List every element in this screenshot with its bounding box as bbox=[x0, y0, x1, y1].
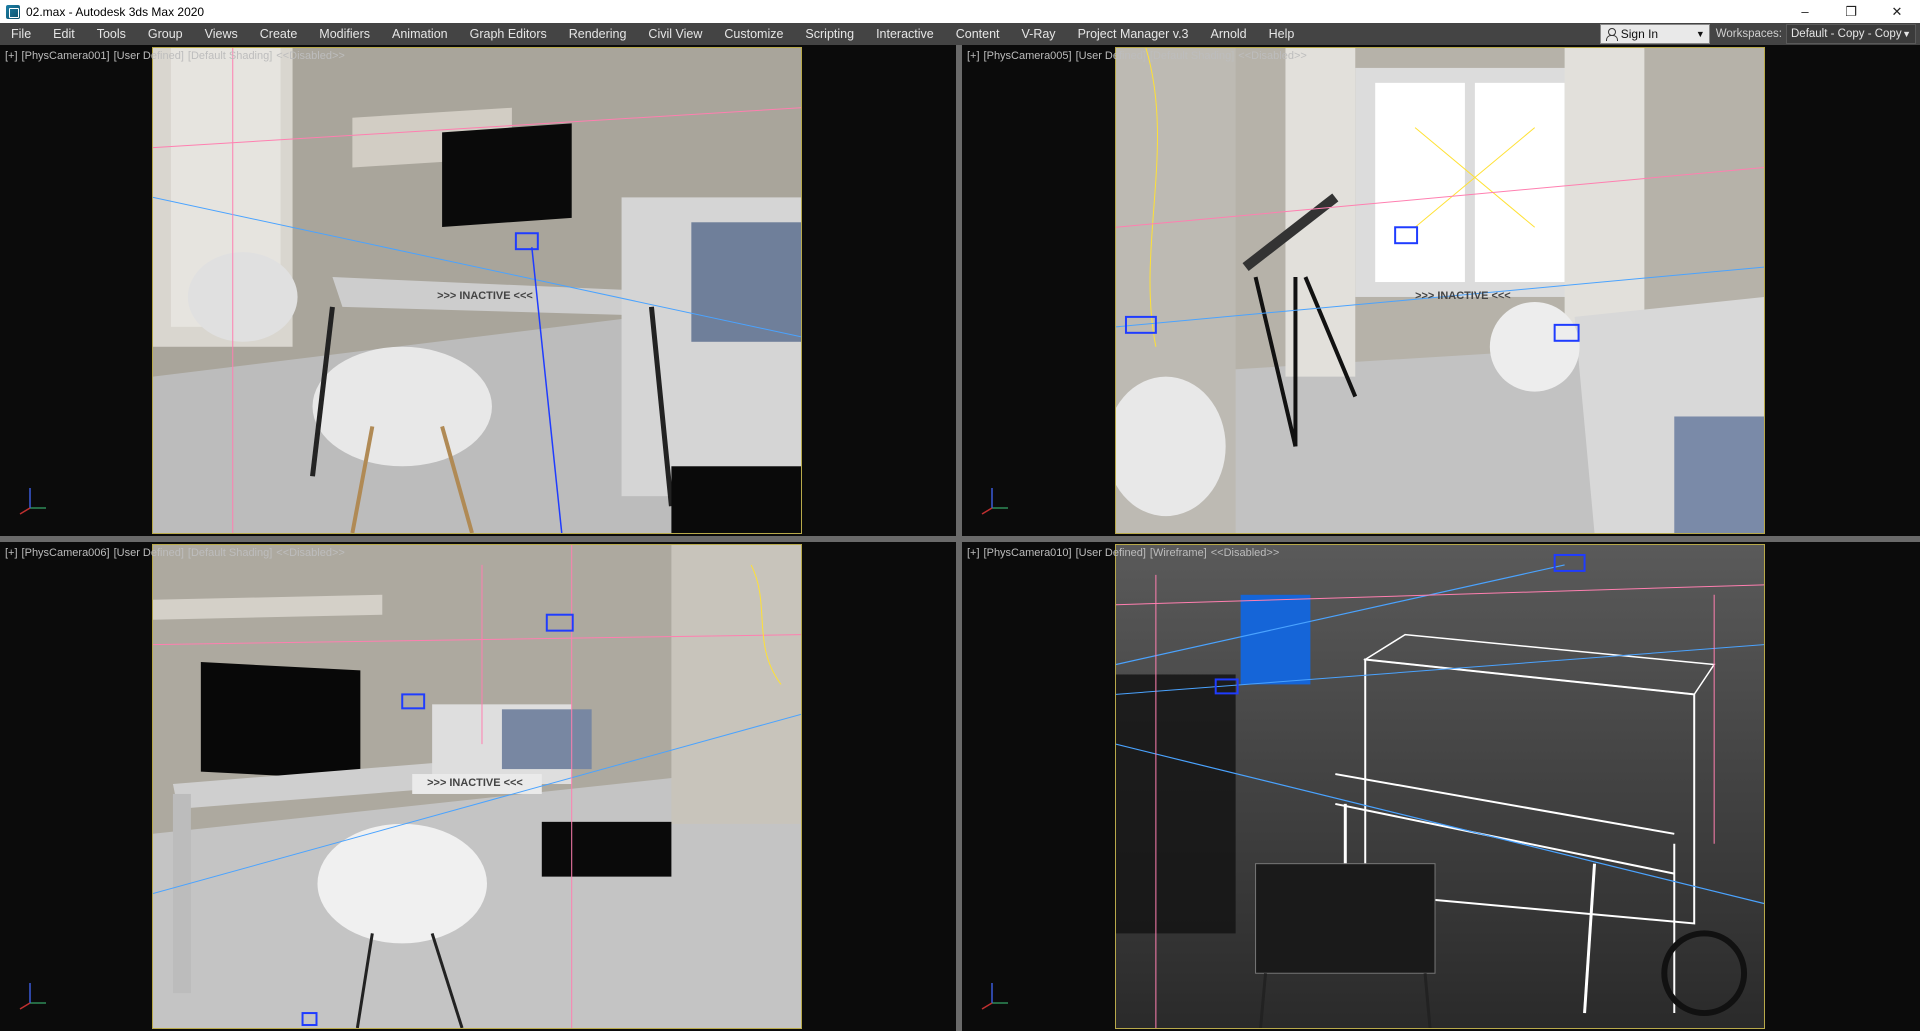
title-bar: 02.max - Autodesk 3ds Max 2020 – ❐ ✕ bbox=[0, 0, 1920, 23]
menu-edit[interactable]: Edit bbox=[42, 23, 86, 45]
scene-render-camera005: >>> INACTIVE <<< bbox=[1116, 48, 1764, 533]
viewport-menu-plus[interactable]: [+] bbox=[967, 547, 980, 559]
minimize-button[interactable]: – bbox=[1782, 0, 1828, 23]
menu-project-manager[interactable]: Project Manager v.3 bbox=[1067, 23, 1200, 45]
scene-wireframe-camera010 bbox=[1116, 545, 1764, 1028]
viewport-shading-label[interactable]: [Default Shading] bbox=[188, 547, 272, 559]
viewport-top-right[interactable]: [+] [PhysCamera005] [User Defined] [Default… bbox=[962, 45, 1920, 536]
menu-content[interactable]: Content bbox=[945, 23, 1011, 45]
inactive-label: >>> INACTIVE <<< bbox=[437, 290, 533, 302]
viewport-camera-label[interactable]: [PhysCamera005] bbox=[984, 50, 1072, 62]
menu-customize[interactable]: Customize bbox=[713, 23, 794, 45]
axis-tripod-icon bbox=[10, 478, 50, 518]
viewport-top-left[interactable]: [+] [PhysCamera001] [User Defined] [Default… bbox=[0, 45, 956, 536]
menu-graph-editors[interactable]: Graph Editors bbox=[459, 23, 558, 45]
menu-help[interactable]: Help bbox=[1258, 23, 1306, 45]
caret-down-icon: ▼ bbox=[1902, 29, 1911, 39]
viewport-menu-plus[interactable]: [+] bbox=[5, 50, 18, 62]
menu-bar: File Edit Tools Group Views Create Modif… bbox=[0, 23, 1920, 45]
viewport-label: [+] [PhysCamera006] [User Defined] [Default… bbox=[5, 547, 349, 559]
viewport-shading-label[interactable]: [Wireframe] bbox=[1150, 547, 1207, 559]
close-button[interactable]: ✕ bbox=[1874, 0, 1920, 23]
menu-civil-view[interactable]: Civil View bbox=[637, 23, 713, 45]
viewport-camera-label[interactable]: [PhysCamera001] bbox=[22, 50, 110, 62]
workspaces-label: Workspaces: bbox=[1715, 28, 1782, 40]
viewport-menu-plus[interactable]: [+] bbox=[967, 50, 980, 62]
viewport-label: [+] [PhysCamera010] [User Defined] [Wirefra… bbox=[967, 547, 1283, 559]
viewport-view-label[interactable]: [User Defined] bbox=[114, 547, 184, 559]
safe-frame bbox=[1115, 544, 1765, 1029]
scene-render-camera006: >>> INACTIVE <<< bbox=[153, 545, 801, 1028]
viewport-shading-label[interactable]: [Default Shading] bbox=[1150, 50, 1234, 62]
menu-interactive[interactable]: Interactive bbox=[865, 23, 945, 45]
viewport-state-label[interactable]: <<Disabled>> bbox=[1238, 50, 1307, 62]
menu-arnold[interactable]: Arnold bbox=[1200, 23, 1258, 45]
axis-tripod-icon bbox=[972, 478, 1012, 518]
safe-frame: >>> INACTIVE <<< bbox=[152, 47, 802, 534]
viewport-state-label[interactable]: <<Disabled>> bbox=[276, 50, 345, 62]
workspace-value: Default - Copy - Copy bbox=[1791, 28, 1902, 40]
axis-tripod-icon bbox=[972, 973, 1012, 1013]
axis-tripod-icon bbox=[10, 973, 50, 1013]
viewport-state-label[interactable]: <<Disabled>> bbox=[1211, 547, 1280, 559]
user-icon bbox=[1605, 28, 1618, 41]
menu-create[interactable]: Create bbox=[249, 23, 309, 45]
viewport-camera-label[interactable]: [PhysCamera006] bbox=[22, 547, 110, 559]
menu-tools[interactable]: Tools bbox=[86, 23, 137, 45]
viewport-label: [+] [PhysCamera005] [User Defined] [Default… bbox=[967, 50, 1311, 62]
menu-scripting[interactable]: Scripting bbox=[794, 23, 865, 45]
menu-group[interactable]: Group bbox=[137, 23, 194, 45]
maximize-button[interactable]: ❐ bbox=[1828, 0, 1874, 23]
sign-in-label: Sign In bbox=[1620, 27, 1659, 41]
viewport-shading-label[interactable]: [Default Shading] bbox=[188, 50, 272, 62]
sign-in-dropdown[interactable]: Sign In ▼ bbox=[1599, 24, 1710, 44]
menu-rendering[interactable]: Rendering bbox=[558, 23, 638, 45]
inactive-label: >>> INACTIVE <<< bbox=[427, 777, 523, 789]
viewport-menu-plus[interactable]: [+] bbox=[5, 547, 18, 559]
workspace-dropdown[interactable]: Default - Copy - Copy ▼ bbox=[1786, 24, 1916, 44]
viewport-label: [+] [PhysCamera001] [User Defined] [Default… bbox=[5, 50, 349, 62]
viewport-bottom-left[interactable]: [+] [PhysCamera006] [User Defined] [Default… bbox=[0, 542, 956, 1031]
viewport-camera-label[interactable]: [PhysCamera010] bbox=[984, 547, 1072, 559]
app-icon[interactable] bbox=[6, 4, 20, 19]
viewport-view-label[interactable]: [User Defined] bbox=[114, 50, 184, 62]
caret-down-icon: ▼ bbox=[1695, 29, 1705, 39]
viewport-bottom-right[interactable]: [+] [PhysCamera010] [User Defined] [Wirefra… bbox=[962, 542, 1920, 1031]
menu-modifiers[interactable]: Modifiers bbox=[308, 23, 381, 45]
inactive-label: >>> INACTIVE <<< bbox=[1415, 290, 1511, 302]
viewport-state-label[interactable]: <<Disabled>> bbox=[276, 547, 345, 559]
scene-render-camera001: >>> INACTIVE <<< bbox=[153, 48, 801, 533]
viewport-area: [+] [PhysCamera001] [User Defined] [Default… bbox=[0, 45, 1920, 1031]
viewport-view-label[interactable]: [User Defined] bbox=[1076, 50, 1146, 62]
window-title: 02.max - Autodesk 3ds Max 2020 bbox=[26, 4, 205, 19]
menu-file[interactable]: File bbox=[0, 23, 42, 45]
safe-frame: >>> INACTIVE <<< bbox=[1115, 47, 1765, 534]
safe-frame: >>> INACTIVE <<< bbox=[152, 544, 802, 1029]
menu-animation[interactable]: Animation bbox=[381, 23, 459, 45]
menu-views[interactable]: Views bbox=[194, 23, 249, 45]
viewport-view-label[interactable]: [User Defined] bbox=[1076, 547, 1146, 559]
menu-vray[interactable]: V-Ray bbox=[1011, 23, 1067, 45]
